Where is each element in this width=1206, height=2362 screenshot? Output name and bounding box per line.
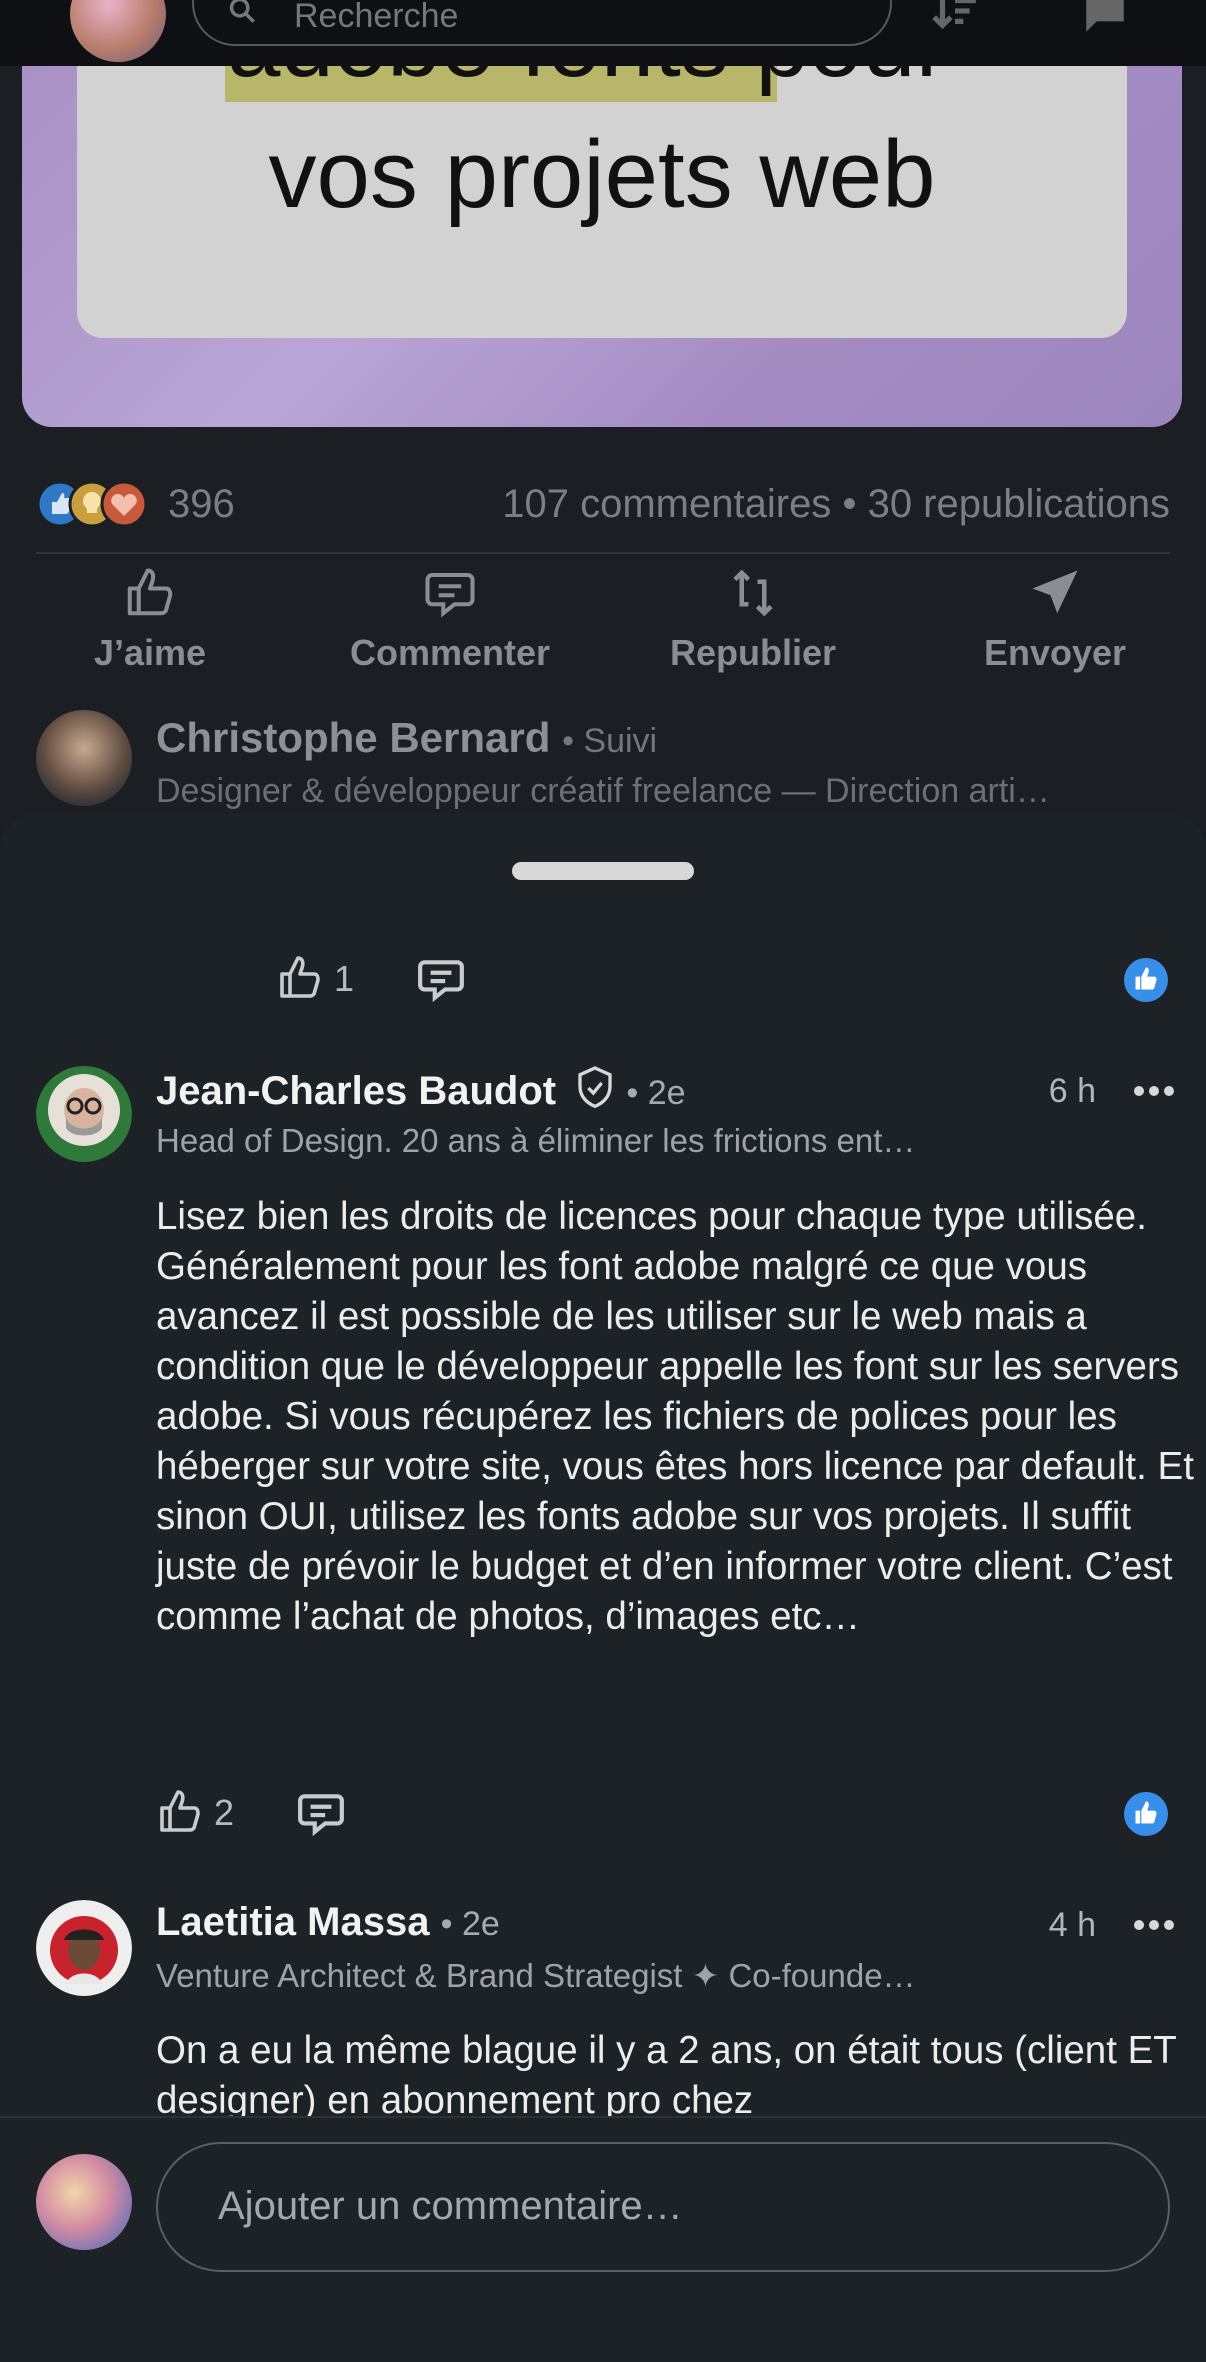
post-stats: 396 107 commentaires • 30 republications: [36, 474, 1170, 534]
comments-count[interactable]: 107 commentaires: [502, 482, 831, 526]
reply-icon[interactable]: [416, 954, 466, 1004]
reposts-count[interactable]: 30 republications: [868, 482, 1170, 526]
divider: [36, 552, 1170, 554]
comment-label: Commenter: [349, 632, 551, 673]
more-options-icon[interactable]: [1132, 1076, 1176, 1106]
commenter-headline: Head of Design. 20 ans à éliminer les fr…: [156, 1122, 916, 1159]
comment-reaction-row: 2: [156, 1788, 1056, 1848]
post-counts: 107 commentaires • 30 republications: [502, 482, 1170, 527]
search-input[interactable]: Recherche: [192, 0, 892, 46]
post-image[interactable]: adobe fonts pour vos projets web: [22, 20, 1182, 427]
author-avatar[interactable]: [36, 710, 132, 806]
send-icon: [1032, 570, 1078, 614]
like-comment-icon[interactable]: [276, 954, 324, 1002]
like-reaction-badge[interactable]: [1124, 958, 1168, 1002]
post-image-line2: vos projets web: [268, 121, 936, 228]
comment-composer: Ajouter un commentaire…: [0, 2116, 1206, 2362]
top-bar: Recherche: [0, 0, 1206, 66]
author-headline: Designer & développeur créatif freelance…: [156, 772, 1050, 810]
author-name[interactable]: Christophe Bernard: [156, 714, 550, 761]
comment-time: 4 h: [1048, 1906, 1096, 1944]
connection-degree: • 2e: [626, 1074, 686, 1112]
profile-avatar[interactable]: [70, 0, 166, 62]
comment-item: Jean-Charles Baudot • 2e 6 h Head of Des…: [36, 1066, 1194, 1646]
repost-button[interactable]: Republier: [603, 566, 903, 674]
search-placeholder: Recherche: [294, 0, 459, 35]
comment-button[interactable]: Commenter: [300, 566, 600, 674]
post-image-content: adobe fonts pour vos projets web: [77, 20, 1127, 338]
thumbs-up-icon: [1135, 1801, 1157, 1824]
comment-item: Laetitia Massa • 2e 4 h Venture Architec…: [36, 1900, 1176, 2122]
like-label: J’aime: [93, 632, 207, 673]
like-comment-icon[interactable]: [156, 1788, 204, 1836]
more-options-icon[interactable]: [1132, 1910, 1176, 1940]
like-button[interactable]: J’aime: [0, 566, 300, 674]
reaction-count[interactable]: 396: [168, 482, 235, 527]
stats-separator: •: [842, 482, 857, 526]
thumbs-up-icon: [127, 568, 173, 616]
thumbs-up-icon: [1135, 967, 1157, 990]
reactions-icon[interactable]: [36, 478, 156, 530]
commenter-avatar[interactable]: [36, 1900, 132, 1996]
feed-background: Recherche adobe fonts pour vos projets w…: [0, 0, 1206, 820]
add-comment-placeholder: Ajouter un commentaire…: [218, 2184, 683, 2228]
my-avatar: [36, 2154, 132, 2250]
send-label: Envoyer: [983, 632, 1127, 673]
post-action-bar: J’aime Commenter Republier Envoyer: [0, 566, 1206, 686]
send-button[interactable]: Envoyer: [905, 566, 1205, 674]
avatar-photo: [36, 1066, 132, 1162]
comment-time: 6 h: [1048, 1072, 1096, 1110]
like-reaction-badge[interactable]: [1124, 1792, 1168, 1836]
comment-like-count: 2: [214, 1792, 235, 1833]
comment-reaction-row: 1: [276, 954, 1176, 1014]
sort-icon[interactable]: [930, 0, 980, 38]
verified-icon: [578, 1066, 612, 1109]
commenter-name[interactable]: Laetitia Massa: [156, 1900, 429, 1944]
reply-icon[interactable]: [296, 1788, 346, 1838]
commenter-avatar[interactable]: [36, 1066, 132, 1162]
comment-like-count: 1: [334, 958, 355, 999]
comment-icon: [425, 572, 475, 618]
follow-status: • Suivi: [562, 722, 658, 760]
add-comment-input[interactable]: Ajouter un commentaire…: [156, 2142, 1170, 2272]
comment-text: Lisez bien les droits de licences pour c…: [156, 1195, 1194, 1638]
comment-text: On a eu la même blague il y a 2 ans, on …: [156, 2029, 1177, 2122]
commenter-headline: Venture Architect & Brand Strategist ✦ C…: [156, 1957, 916, 1994]
repost-icon: [733, 569, 773, 617]
avatar-photo: [36, 1900, 132, 1996]
messaging-icon[interactable]: [1080, 0, 1130, 38]
repost-label: Republier: [669, 632, 837, 673]
commenter-name[interactable]: Jean-Charles Baudot: [156, 1069, 556, 1113]
connection-degree: • 2e: [440, 1905, 500, 1943]
sheet-drag-handle[interactable]: [512, 862, 694, 880]
search-icon: [229, 0, 255, 23]
suggested-post-author[interactable]: Christophe Bernard • Suivi Designer & dé…: [36, 710, 1186, 820]
